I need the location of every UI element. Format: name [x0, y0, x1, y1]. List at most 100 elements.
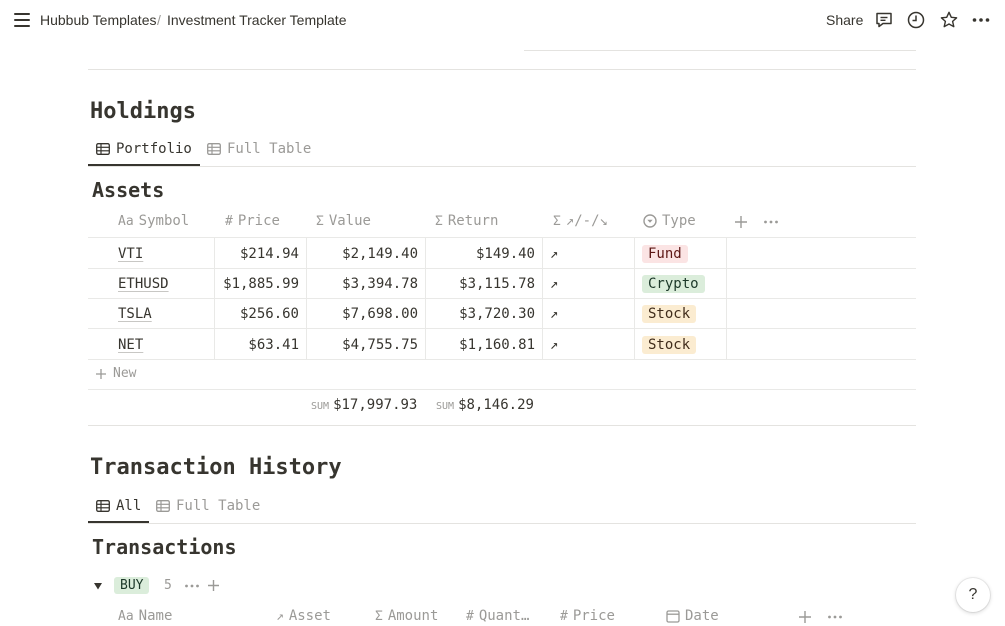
sum-value-amount: $17,997.93 — [333, 397, 418, 413]
table-icon — [96, 143, 110, 155]
cell-symbol[interactable]: NET — [118, 337, 143, 353]
cell-trend[interactable]: ↗ — [550, 246, 558, 262]
tab-full-table-label: Full Table — [176, 498, 261, 514]
relation-property-icon: ↗ — [276, 608, 284, 624]
cell-price[interactable]: $63.41 — [214, 337, 299, 353]
column-price[interactable]: # Price — [560, 608, 615, 624]
column-quantity[interactable]: # Quant… — [466, 608, 529, 624]
add-column-icon[interactable] — [734, 215, 748, 229]
column-value-label: Value — [328, 213, 371, 229]
text-property-icon: Aa — [118, 608, 134, 624]
cell-trend[interactable]: ↗ — [550, 276, 558, 292]
group-tag-buy[interactable]: BUY — [114, 577, 150, 594]
cell-price[interactable]: $214.94 — [214, 246, 299, 262]
column-quantity-label: Quant… — [478, 608, 530, 624]
column-trend[interactable]: Σ ↗/-/↘ — [553, 213, 608, 229]
transactions-heading: Transaction History — [90, 455, 342, 480]
cell-return[interactable]: $3,115.78 — [425, 276, 535, 292]
sum-value[interactable]: SUM $17,997.93 — [311, 397, 417, 413]
group-add-icon[interactable] — [207, 579, 220, 592]
column-asset-label: Asset — [288, 608, 331, 624]
cell-value[interactable]: $3,394.78 — [306, 276, 418, 292]
holdings-heading: Holdings — [90, 99, 196, 124]
breadcrumb-separator: / — [157, 12, 161, 28]
sum-return[interactable]: SUM $8,146.29 — [436, 397, 534, 413]
type-tag[interactable]: Stock — [642, 336, 697, 354]
column-divider — [726, 237, 727, 359]
history-icon[interactable] — [906, 10, 926, 30]
new-row-label: New — [113, 366, 137, 381]
column-symbol[interactable]: Aa Symbol — [118, 213, 189, 229]
cell-value[interactable]: $7,698.00 — [306, 306, 418, 322]
tab-portfolio-label: Portfolio — [116, 141, 192, 157]
column-price[interactable]: # Price — [225, 213, 280, 229]
new-row-button[interactable]: New — [95, 366, 136, 381]
comment-icon[interactable] — [874, 10, 894, 30]
share-button[interactable]: Share — [826, 12, 863, 28]
cell-symbol[interactable]: VTI — [118, 246, 143, 262]
column-price-label: Price — [237, 213, 280, 229]
breadcrumb-page[interactable]: Investment Tracker Template — [167, 12, 346, 28]
help-button[interactable]: ? — [956, 578, 990, 612]
cell-trend[interactable]: ↗ — [550, 306, 558, 322]
cell-return[interactable]: $149.40 — [425, 246, 535, 262]
calendar-icon — [666, 610, 680, 623]
group-more-icon[interactable] — [184, 580, 200, 592]
tab-portfolio[interactable]: Portfolio — [88, 134, 200, 164]
formula-property-icon: Σ — [553, 213, 561, 229]
column-symbol-label: Symbol — [138, 213, 190, 229]
cell-price[interactable]: $1,885.99 — [214, 276, 299, 292]
column-value[interactable]: Σ Value — [316, 213, 371, 229]
sum-label: SUM — [311, 401, 330, 412]
plus-icon — [96, 368, 106, 379]
cell-price[interactable]: $256.60 — [214, 306, 299, 322]
number-property-icon: # — [225, 213, 233, 229]
column-type[interactable]: Type — [643, 213, 696, 229]
tab-full-table-label: Full Table — [227, 141, 312, 157]
cell-value[interactable]: $2,149.40 — [306, 246, 418, 262]
cell-return[interactable]: $1,160.81 — [425, 337, 535, 353]
cell-symbol[interactable]: TSLA — [118, 306, 152, 322]
column-divider — [542, 237, 543, 359]
menu-icon[interactable] — [14, 13, 30, 27]
breadcrumb-workspace[interactable]: Hubbub Templates — [40, 12, 156, 28]
row-divider — [88, 298, 916, 299]
tab-all[interactable]: All — [88, 491, 149, 521]
more-icon[interactable] — [971, 10, 991, 30]
tab-full-table[interactable]: Full Table — [199, 134, 319, 164]
number-property-icon: # — [560, 608, 568, 624]
top-bar: Hubbub Templates / Investment Tracker Te… — [0, 0, 1005, 42]
tabs-divider — [88, 523, 916, 524]
row-divider — [88, 389, 916, 390]
cell-value[interactable]: $4,755.75 — [306, 337, 418, 353]
column-name-label: Name — [138, 608, 173, 624]
cell-return[interactable]: $3,720.30 — [425, 306, 535, 322]
row-divider — [88, 328, 916, 329]
collapse-toggle-icon[interactable] — [93, 581, 103, 591]
row-divider — [88, 268, 916, 269]
column-return[interactable]: Σ Return — [435, 213, 498, 229]
table-icon — [207, 143, 221, 155]
column-more-icon[interactable] — [827, 611, 843, 623]
type-tag[interactable]: Fund — [642, 245, 688, 263]
star-icon[interactable] — [939, 10, 959, 30]
column-divider — [634, 237, 635, 359]
table-icon — [156, 500, 170, 512]
tab-full-table[interactable]: Full Table — [148, 491, 268, 521]
divider — [88, 69, 916, 70]
column-amount-label: Amount — [387, 608, 439, 624]
cell-symbol[interactable]: ETHUSD — [118, 276, 169, 292]
cell-trend[interactable]: ↗ — [550, 337, 558, 353]
type-tag[interactable]: Stock — [642, 305, 697, 323]
column-more-icon[interactable] — [763, 215, 779, 229]
number-property-icon: # — [466, 608, 474, 624]
column-amount[interactable]: Σ Amount — [375, 608, 438, 624]
sum-return-amount: $8,146.29 — [458, 397, 534, 413]
type-tag[interactable]: Crypto — [642, 275, 705, 293]
select-icon — [643, 214, 657, 228]
column-asset[interactable]: ↗ Asset — [276, 608, 331, 624]
add-column-icon[interactable] — [798, 610, 812, 624]
assets-title: Assets — [92, 178, 165, 202]
column-date[interactable]: Date — [666, 608, 719, 624]
column-name[interactable]: Aa Name — [118, 608, 172, 624]
